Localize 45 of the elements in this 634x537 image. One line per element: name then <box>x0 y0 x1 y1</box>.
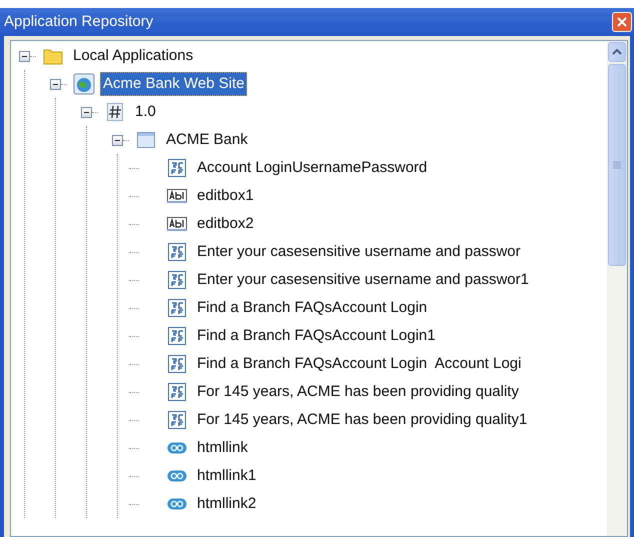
collapse-toggle[interactable] <box>81 106 92 118</box>
window-icon <box>137 132 155 148</box>
chain-link-icon <box>167 470 187 482</box>
tree-item-label[interactable]: For 145 years, ACME has been providing quality <box>193 380 523 404</box>
tree-item-label[interactable]: Find a Branch FAQsAccount Login Account Logi <box>193 352 526 376</box>
tree-item-label[interactable]: htmllink <box>193 436 252 460</box>
tree-item-label[interactable]: editbox1 <box>193 184 258 208</box>
form-grid-icon <box>168 159 186 177</box>
scroll-up-button[interactable] <box>608 42 626 62</box>
hash-icon <box>107 103 123 121</box>
form-grid-icon <box>168 327 186 345</box>
collapse-toggle[interactable] <box>50 78 61 90</box>
close-button[interactable] <box>612 12 632 32</box>
tree-item-label[interactable]: Acme Bank Web Site <box>100 72 248 96</box>
chain-link-icon <box>167 498 187 510</box>
close-icon <box>617 17 627 27</box>
form-grid-icon <box>168 383 186 401</box>
tree-item-label[interactable]: htmllink1 <box>193 464 260 488</box>
form-grid-icon <box>168 271 186 289</box>
chain-link-icon <box>167 442 187 454</box>
tree-item-label[interactable]: For 145 years, ACME has been providing quality1 <box>193 408 532 432</box>
vertical-scrollbar[interactable] <box>607 41 627 536</box>
scrollbar-thumb[interactable] <box>608 64 626 266</box>
form-grid-icon <box>168 355 186 373</box>
form-grid-icon <box>168 299 186 317</box>
tree-item-label[interactable]: editbox2 <box>193 212 258 236</box>
grip-icon <box>613 161 621 169</box>
tree-item-label[interactable]: Find a Branch FAQsAccount Login <box>193 296 432 320</box>
tree-item-label[interactable]: Find a Branch FAQsAccount Login1 <box>193 324 440 348</box>
tree-item-label[interactable]: Enter your casesensitive username and passwor <box>193 240 524 264</box>
tree-item-label[interactable]: htmllink2 <box>193 492 260 516</box>
globe-window-icon <box>73 73 95 95</box>
tree-item-label[interactable]: Local Applications <box>69 44 198 68</box>
collapse-toggle[interactable] <box>112 134 123 146</box>
text-field-icon <box>167 189 187 203</box>
collapse-toggle[interactable] <box>19 50 30 62</box>
tree-item-label[interactable]: 1.0 <box>131 100 160 124</box>
folder-icon <box>43 47 63 65</box>
window-title: Application Repository <box>4 12 154 32</box>
form-grid-icon <box>168 411 186 429</box>
text-field-icon <box>167 217 187 231</box>
tree-item-label[interactable]: Account LoginUsernamePassword <box>193 156 432 180</box>
tree-item-label[interactable]: Enter your casesensitive username and passwor1 <box>193 268 533 292</box>
form-grid-icon <box>168 243 186 261</box>
tree-item-label[interactable]: ACME Bank <box>162 128 252 152</box>
